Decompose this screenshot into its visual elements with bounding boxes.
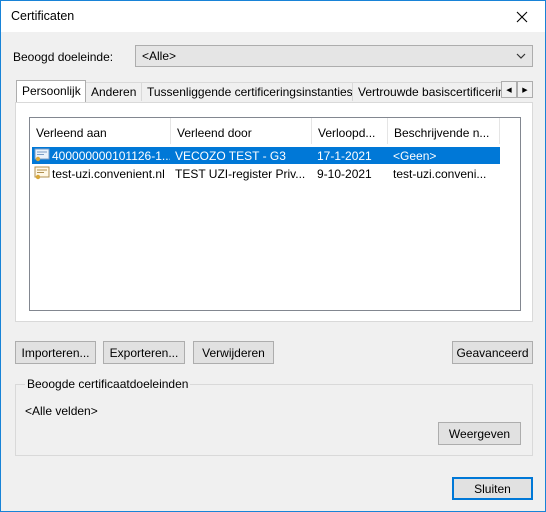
advanced-button[interactable]: Geavanceerd xyxy=(452,341,533,364)
purposes-group xyxy=(15,384,533,456)
tab-scroll-right-button[interactable]: ▶ xyxy=(517,81,533,98)
window-title: Certificaten xyxy=(11,9,75,23)
purpose-dropdown[interactable]: <Alle> xyxy=(135,45,533,67)
cell-expires: 17-1-2021 xyxy=(317,149,372,163)
purpose-value: <Alle> xyxy=(142,49,177,63)
purposes-group-title: Beoogde certificaatdoeleinden xyxy=(25,377,191,391)
tab-scroll-left-button[interactable]: ◀ xyxy=(501,81,517,98)
tab-anderen[interactable]: Anderen xyxy=(85,82,142,101)
column-header-expires[interactable]: Verloopd... xyxy=(312,118,388,144)
cell-friendly-name: test-uzi.conveni... xyxy=(393,167,487,181)
import-button[interactable]: Importeren... xyxy=(15,341,96,364)
close-window-button[interactable] xyxy=(499,1,545,32)
tab-trusted-root-ca[interactable]: Vertrouwde basiscertificeringsinstanties xyxy=(352,82,501,101)
certificate-icon xyxy=(34,148,50,162)
purpose-label: Beoogd doeleinde: xyxy=(13,50,114,64)
cell-issued-to: test-uzi.convenient.nl xyxy=(52,167,165,181)
cell-friendly-name: <Geen> xyxy=(393,149,437,163)
tab-intermediate-ca[interactable]: Tussenliggende certificeringsinstanties xyxy=(141,82,353,101)
purposes-value: <Alle velden> xyxy=(25,404,98,418)
arrow-right-icon: ▶ xyxy=(522,86,528,94)
tab-panel-persoonlijk: Verleend aan Verleend door Verloopd... B… xyxy=(15,102,533,322)
arrow-left-icon: ◀ xyxy=(506,86,512,94)
cell-issued-by: TEST UZI-register Priv... xyxy=(175,167,306,181)
column-header-friendly-name[interactable]: Beschrijvende n... xyxy=(388,118,500,144)
table-row[interactable]: test-uzi.convenient.nl TEST UZI-register… xyxy=(32,165,500,182)
certificate-list[interactable]: Verleend aan Verleend door Verloopd... B… xyxy=(29,117,521,311)
tab-strip: Persoonlijk Anderen Tussenliggende certi… xyxy=(15,80,501,102)
column-header-issued-to[interactable]: Verleend aan xyxy=(30,118,171,144)
certificates-window: Certificaten Beoogd doeleinde: <Alle> Pe… xyxy=(0,0,546,512)
tab-scroll-buttons: ◀ ▶ xyxy=(501,81,533,98)
column-header-issued-by[interactable]: Verleend door xyxy=(171,118,312,144)
cell-issued-by: VECOZO TEST - G3 xyxy=(175,149,286,163)
table-row[interactable]: 400000000101126-1... VECOZO TEST - G3 17… xyxy=(32,147,500,164)
close-icon xyxy=(516,11,528,22)
title-bar: Certificaten xyxy=(1,1,545,32)
remove-button[interactable]: Verwijderen xyxy=(193,341,274,364)
cell-issued-to: 400000000101126-1... xyxy=(52,149,170,163)
list-header: Verleend aan Verleend door Verloopd... B… xyxy=(30,118,520,144)
export-button[interactable]: Exporteren... xyxy=(103,341,185,364)
tab-persoonlijk[interactable]: Persoonlijk xyxy=(16,80,86,102)
cell-expires: 9-10-2021 xyxy=(317,167,372,181)
certificate-icon xyxy=(34,166,50,180)
view-button[interactable]: Weergeven xyxy=(438,422,521,445)
chevron-down-icon xyxy=(516,53,526,59)
close-button[interactable]: Sluiten xyxy=(452,477,533,500)
